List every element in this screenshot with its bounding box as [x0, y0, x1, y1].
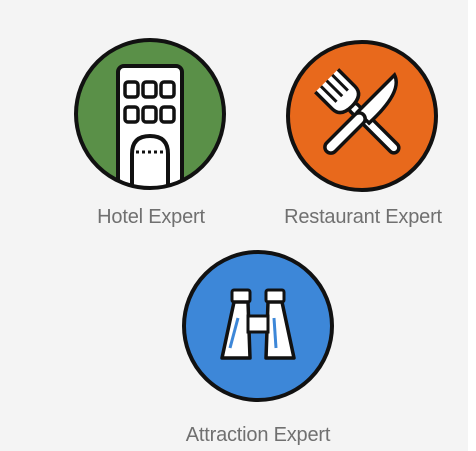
hotel-building-icon — [74, 38, 226, 190]
restaurant-expert-label[interactable]: Restaurant Expert — [284, 206, 442, 229]
expert-selection-panel: Hotel Expert Restaurant Expert Attractio… — [0, 0, 468, 451]
attraction-expert-button[interactable] — [180, 248, 336, 404]
attraction-expert-label[interactable]: Attraction Expert — [186, 424, 331, 447]
restaurant-expert-button[interactable] — [284, 38, 440, 194]
hotel-expert-button[interactable] — [72, 36, 228, 192]
hotel-expert-label[interactable]: Hotel Expert — [97, 206, 205, 229]
binoculars-icon — [182, 250, 334, 402]
fork-knife-icon — [286, 40, 438, 192]
